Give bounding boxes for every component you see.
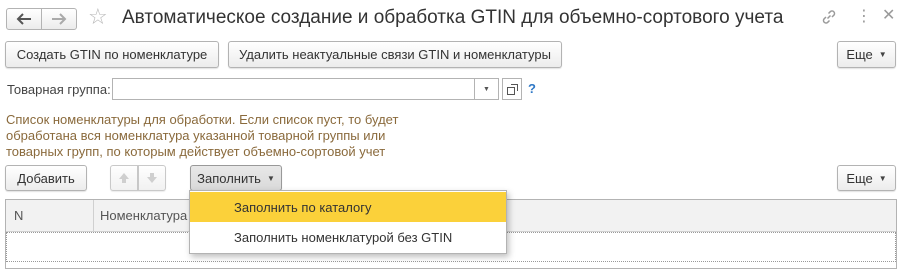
more-button[interactable]: Еще ▼ — [837, 41, 896, 68]
info-line: Список номенклатуры для обработки. Если … — [6, 112, 399, 127]
fill-dropdown-menu: Заполнить по каталогу Заполнить номенкла… — [189, 190, 507, 254]
chevron-down-icon: ▼ — [266, 173, 275, 183]
chevron-down-icon: ▼ — [878, 50, 887, 59]
column-header-label: N — [14, 208, 24, 223]
menu-item-label: Заполнить по каталогу — [234, 199, 372, 215]
arrow-down-icon — [147, 173, 157, 183]
close-icon[interactable]: ✕ — [882, 8, 895, 24]
info-line: товарных групп, по которым действует объ… — [6, 144, 386, 159]
open-form-button[interactable] — [502, 78, 522, 100]
add-label: Добавить — [17, 170, 75, 186]
product-group-dropdown-button[interactable]: ▼ — [475, 78, 499, 100]
create-gtin-label: Создать GTIN по номенклатуре — [16, 47, 208, 62]
add-button[interactable]: Добавить — [5, 165, 87, 191]
delete-links-label: Удалить неактуальные связи GTIN и номенк… — [239, 47, 551, 62]
forward-button[interactable] — [41, 8, 77, 30]
move-up-button[interactable] — [110, 165, 138, 191]
help-icon[interactable]: ? — [528, 81, 536, 96]
info-text: Список номенклатуры для обработки. Если … — [6, 112, 398, 160]
move-down-button[interactable] — [138, 165, 166, 191]
info-line: обработана вся номенклатура указанной то… — [6, 128, 386, 143]
product-group-label: Товарная группа: — [7, 82, 111, 97]
column-header-label: Номенклатура — [100, 208, 188, 223]
more-label: Еще — [846, 47, 873, 62]
list-more-label: Еще — [846, 170, 873, 186]
back-button[interactable] — [6, 8, 42, 30]
fill-label: Заполнить — [197, 170, 261, 186]
arrow-left-icon — [16, 13, 31, 25]
chevron-down-icon: ▼ — [483, 85, 490, 93]
favorite-star-icon[interactable]: ☆ — [88, 6, 108, 28]
delete-links-button[interactable]: Удалить неактуальные связи GTIN и номенк… — [228, 41, 562, 68]
window-title: Автоматическое создание и обработка GTIN… — [122, 7, 784, 28]
arrow-right-icon — [52, 13, 67, 25]
menu-item-fill-without-gtin[interactable]: Заполнить номенклатурой без GTIN — [190, 222, 506, 252]
link-icon[interactable] — [821, 9, 837, 28]
product-group-input[interactable] — [112, 78, 475, 100]
fill-button[interactable]: Заполнить ▼ — [190, 165, 282, 191]
more-actions-icon[interactable]: ⋮ — [856, 9, 872, 25]
arrow-up-icon — [119, 173, 129, 183]
menu-item-label: Заполнить номенклатурой без GTIN — [234, 229, 453, 245]
chevron-down-icon: ▼ — [878, 173, 887, 183]
create-gtin-button[interactable]: Создать GTIN по номенклатуре — [5, 41, 219, 68]
menu-item-fill-by-catalog[interactable]: Заполнить по каталогу — [190, 192, 506, 222]
column-header-n[interactable]: N — [6, 200, 94, 231]
open-form-icon — [506, 83, 518, 95]
list-more-button[interactable]: Еще ▼ — [837, 165, 896, 191]
